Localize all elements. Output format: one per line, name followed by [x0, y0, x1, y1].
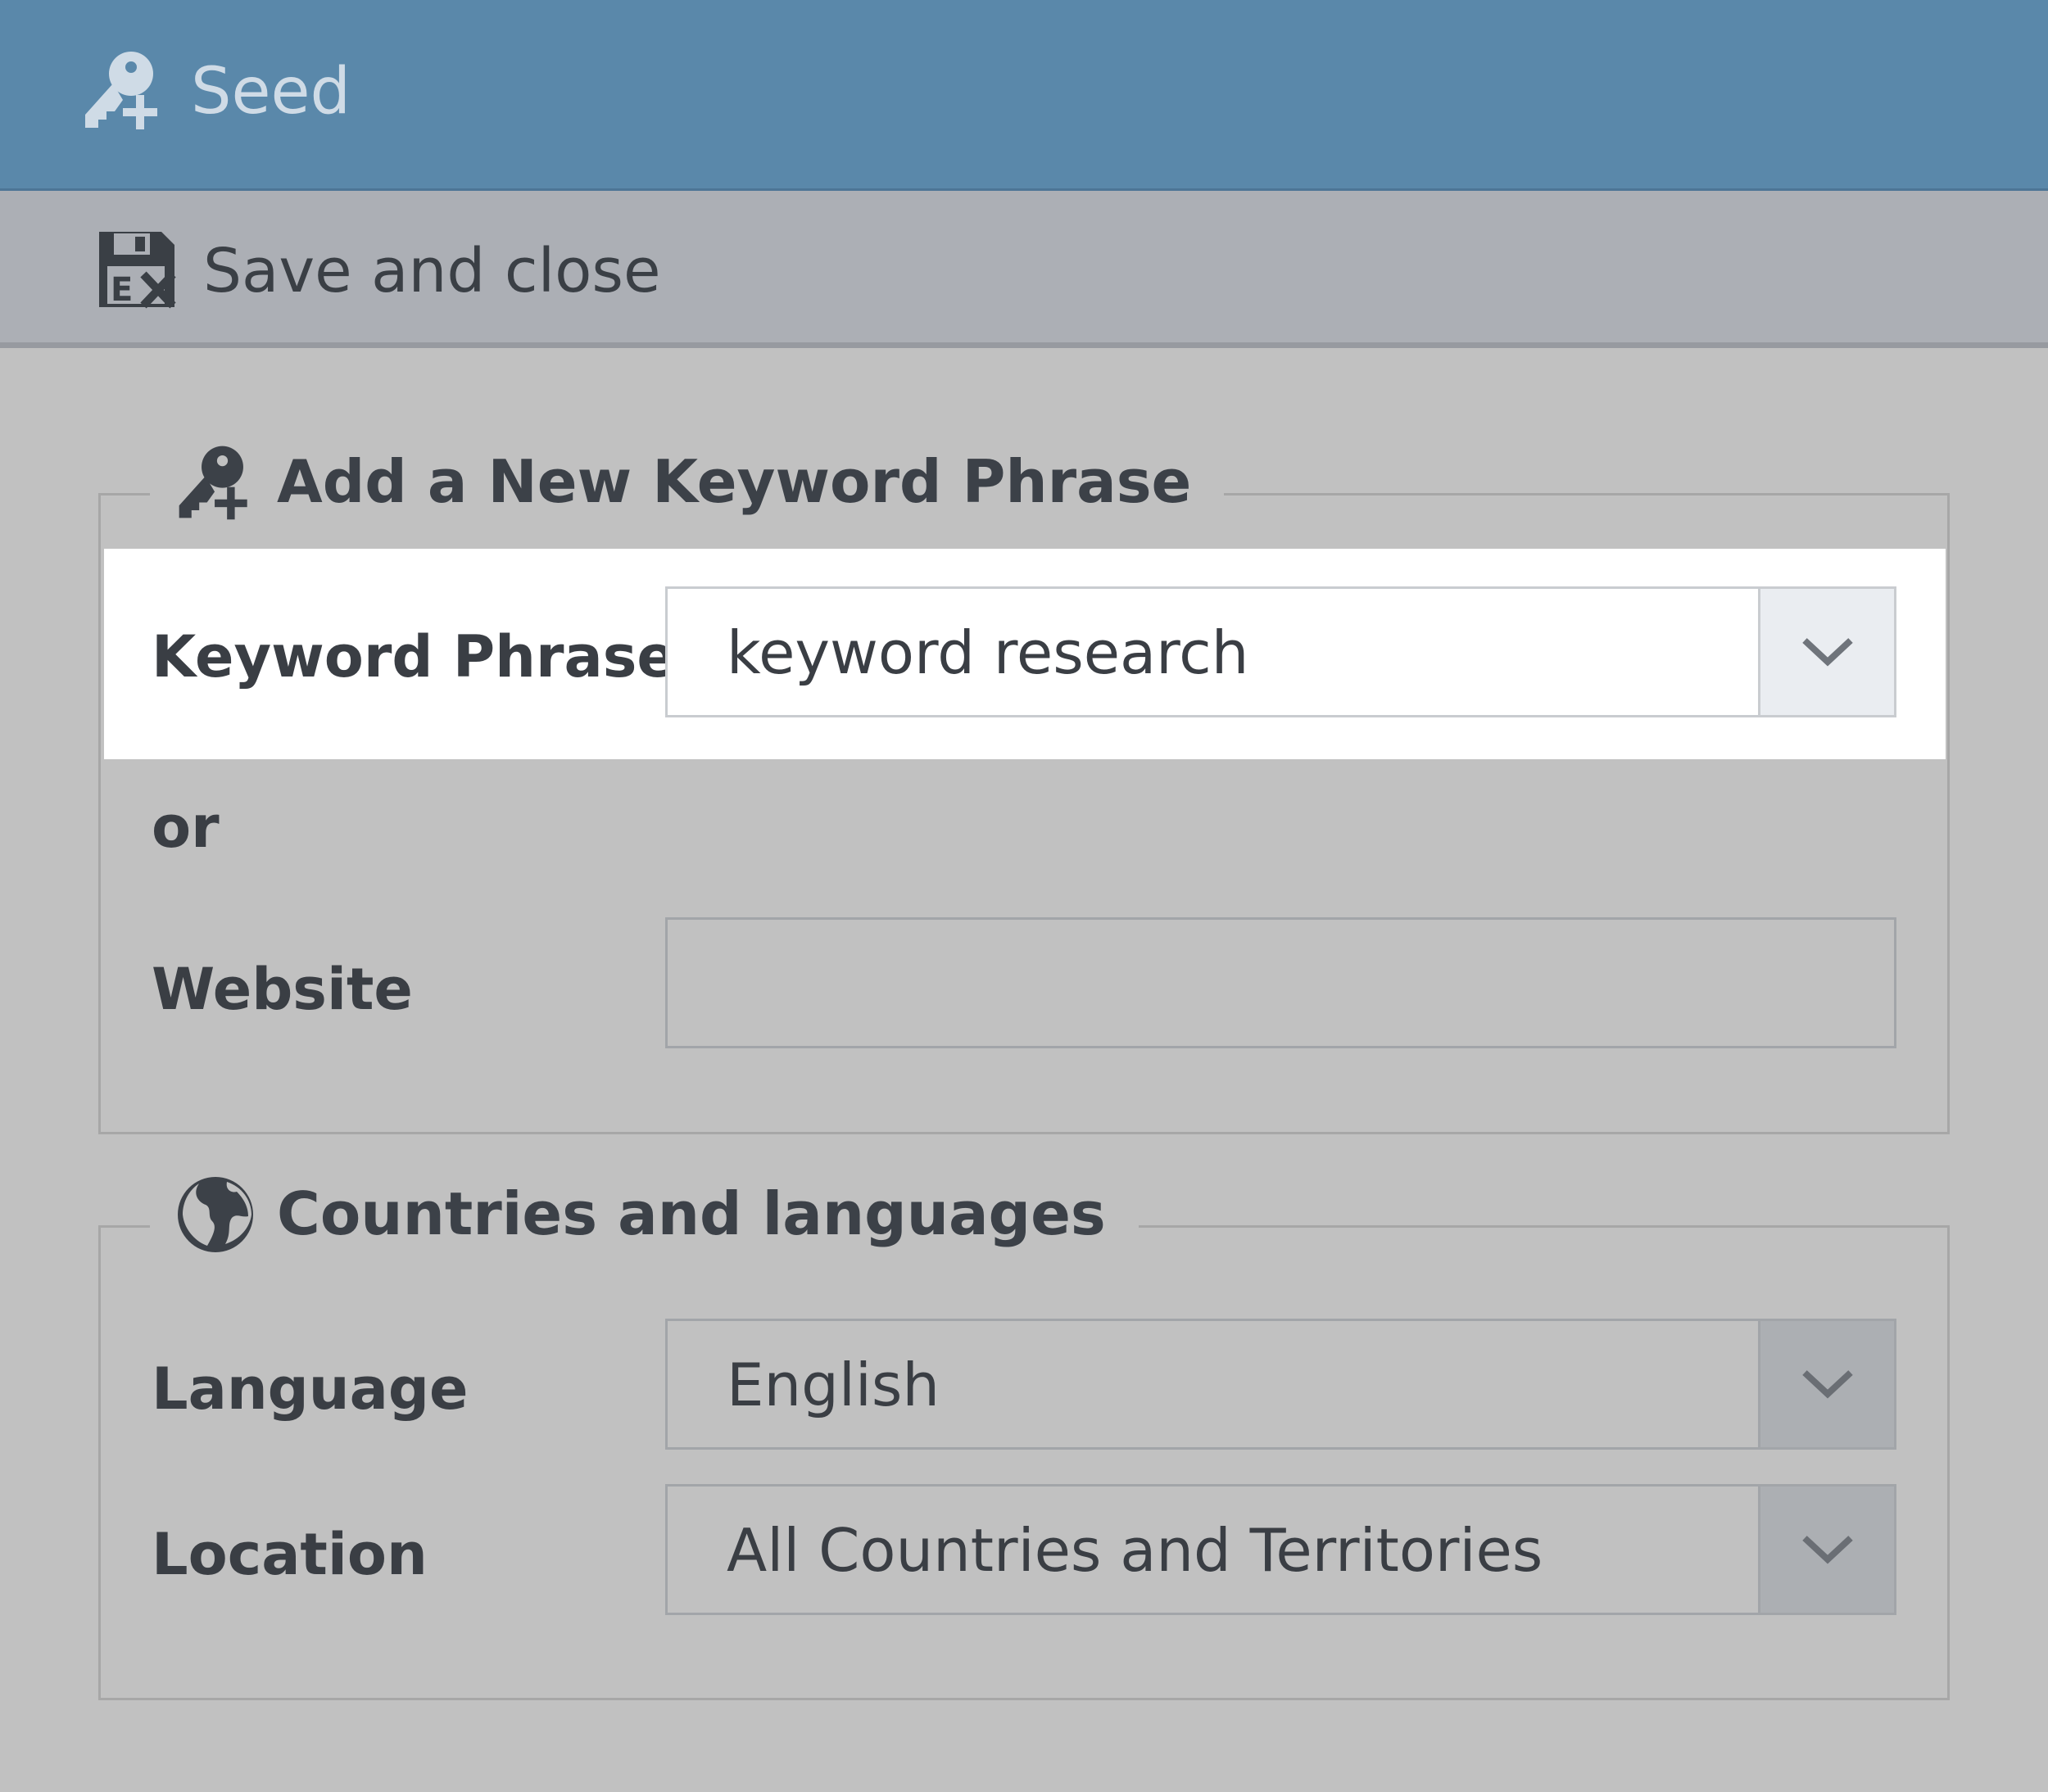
- language-label: Language: [152, 1355, 469, 1423]
- chevron-down-icon: [1801, 638, 1853, 667]
- window-title: Seed: [191, 55, 351, 129]
- or-label: or: [152, 794, 220, 861]
- location-label: Location: [152, 1521, 428, 1588]
- toolbar: E Save and close: [0, 191, 2048, 348]
- location-value: All Countries and Territories: [727, 1516, 1543, 1585]
- window-titlebar: Seed: [0, 0, 2048, 191]
- countries-languages-group: Countries and languages: [98, 1169, 1950, 1700]
- location-select[interactable]: All Countries and Territories: [665, 1484, 1896, 1615]
- save-and-close-button[interactable]: E Save and close: [90, 227, 661, 317]
- language-dropdown-button[interactable]: [1758, 1321, 1894, 1447]
- keyword-phrase-value[interactable]: keyword research: [727, 612, 1248, 694]
- keyword-group-legend: Add a New Keyword Phrase: [150, 437, 1225, 527]
- globe-icon: [174, 1174, 256, 1256]
- svg-text:E: E: [111, 271, 133, 309]
- floppy-disk-close-icon: E: [94, 227, 179, 312]
- location-dropdown-button[interactable]: [1758, 1487, 1894, 1613]
- chevron-down-icon: [1801, 1536, 1853, 1564]
- chevron-down-icon: [1801, 1370, 1853, 1399]
- key-plus-icon: [80, 49, 167, 131]
- countries-group-title: Countries and languages: [277, 1179, 1106, 1248]
- save-and-close-label: Save and close: [203, 236, 661, 306]
- language-select[interactable]: English: [665, 1319, 1896, 1450]
- website-label: Website: [152, 956, 413, 1023]
- keyword-phrase-combobox[interactable]: keyword research: [665, 586, 1896, 717]
- countries-group-legend: Countries and languages: [150, 1169, 1139, 1259]
- keyword-group-title: Add a New Keyword Phrase: [277, 447, 1192, 516]
- keyword-phrase-label: Keyword Phrase: [152, 623, 676, 690]
- keyword-phrase-dropdown-button[interactable]: [1758, 589, 1894, 715]
- key-plus-icon: [174, 441, 256, 523]
- language-value: English: [727, 1351, 940, 1419]
- website-input[interactable]: [665, 917, 1896, 1048]
